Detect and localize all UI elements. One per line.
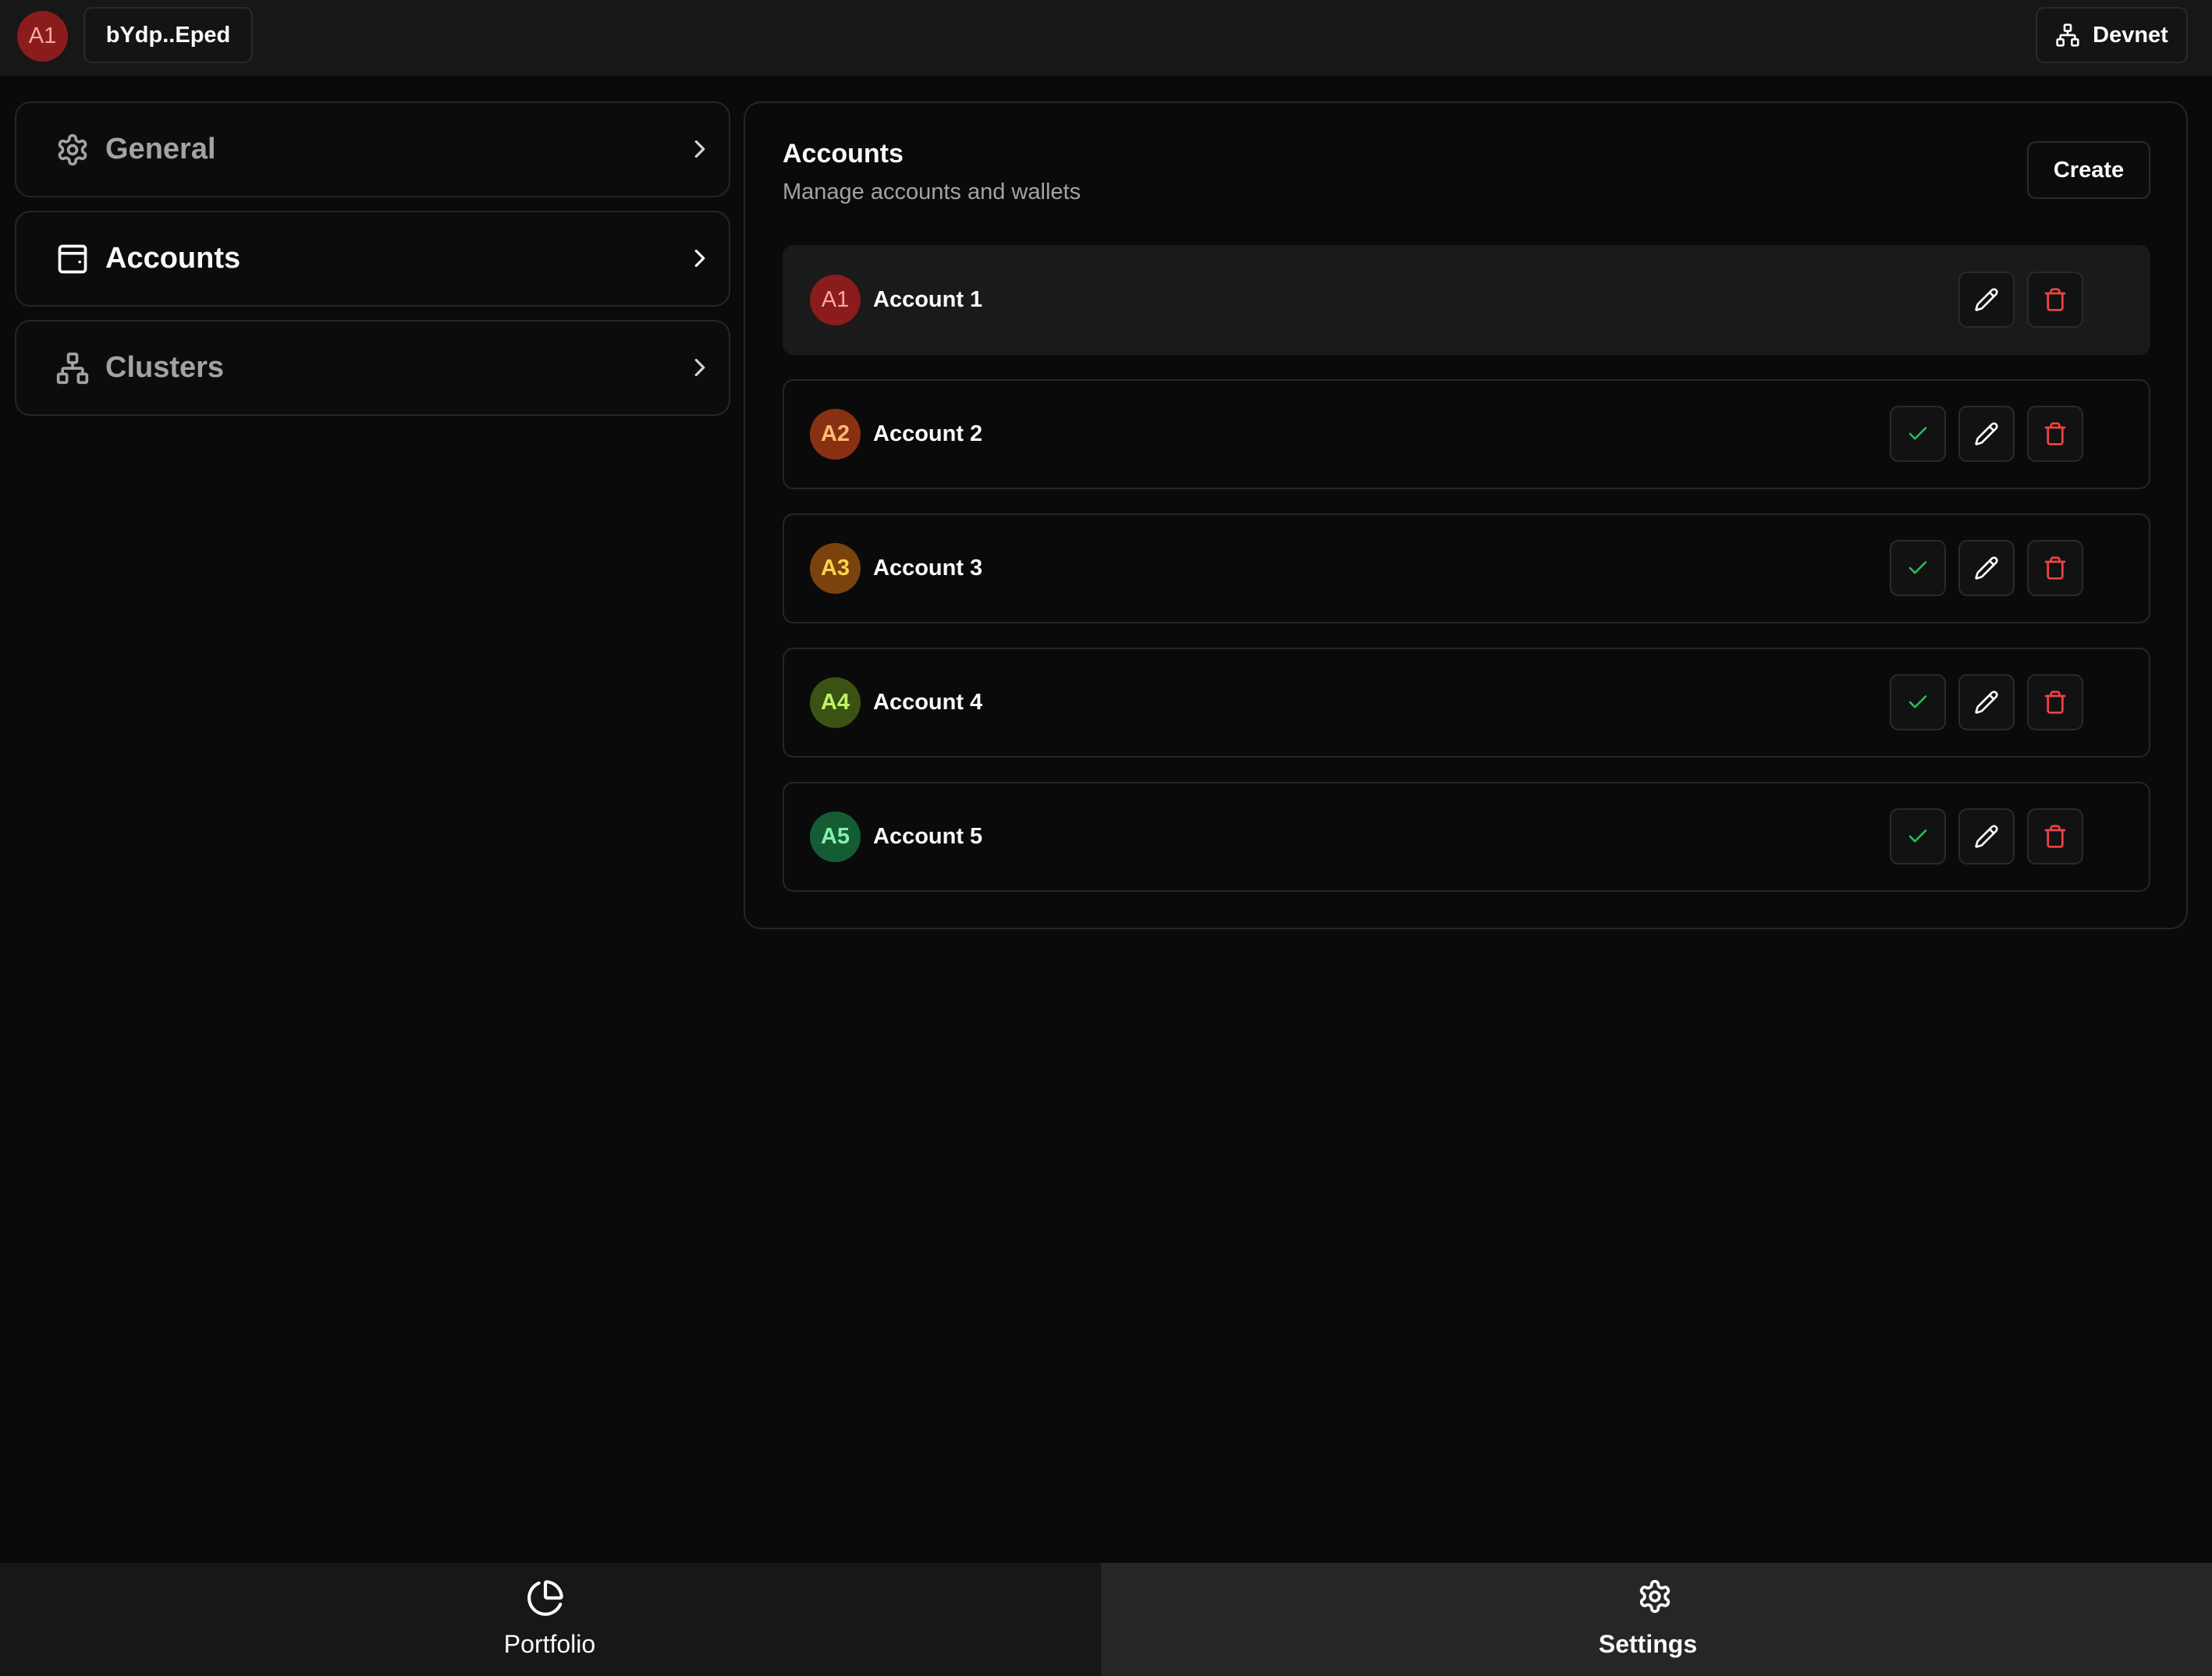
wallet-address-button[interactable]: bYdp..Eped [83,7,253,63]
chevron-right-icon [685,243,715,273]
sidebar-item-label: Clusters [105,351,225,384]
account-row[interactable]: A4 Account 4 [783,648,2150,758]
trash-icon [2043,690,2068,715]
avatar: A2 [810,409,861,460]
trash-icon [2043,287,2068,312]
select-account-button[interactable] [1890,674,1946,730]
edit-account-button[interactable] [1958,674,2015,730]
edit-account-button[interactable] [1958,406,2015,462]
pencil-icon [1974,421,1999,446]
delete-account-button[interactable] [2027,808,2083,865]
wallet-icon [55,242,90,276]
cluster-label: Devnet [2093,22,2168,48]
tab-settings[interactable]: Settings [1101,1563,2212,1676]
sidebar-item-label: General [105,133,216,165]
trash-icon [2043,824,2068,849]
select-account-button[interactable] [1890,808,1946,865]
edit-account-button[interactable] [1958,272,2015,328]
cluster-button[interactable]: Devnet [2036,7,2188,63]
check-icon [1906,556,1930,580]
accounts-card: Accounts Manage accounts and wallets Cre… [744,101,2188,929]
tab-label: Portfolio [503,1630,596,1658]
account-row[interactable]: A3 Account 3 [783,513,2150,623]
page-title: Accounts [783,139,904,169]
account-name: Account 2 [873,421,983,446]
avatar: A1 [810,275,861,325]
page-subtitle: Manage accounts and wallets [783,179,1081,204]
select-account-button[interactable] [1890,540,1946,596]
sidebar-item-clusters[interactable]: Clusters [15,320,730,416]
avatar: A3 [810,543,861,594]
network-icon [2055,23,2080,48]
gear-icon [55,133,90,167]
tab-label: Settings [1598,1630,1698,1658]
delete-account-button[interactable] [2027,674,2083,730]
account-name: Account 4 [873,690,983,715]
gear-icon [1637,1578,1673,1614]
avatar: A5 [810,811,861,862]
check-icon [1906,422,1930,446]
trash-icon [2043,421,2068,446]
create-account-button[interactable]: Create [2027,141,2150,199]
sidebar-item-accounts[interactable]: Accounts [15,211,730,307]
pie-chart-icon [526,1578,565,1617]
select-account-button[interactable] [1890,406,1946,462]
network-icon [55,351,90,385]
pencil-icon [1974,690,1999,715]
trash-icon [2043,556,2068,581]
check-icon [1906,825,1930,848]
chevron-right-icon [685,353,715,382]
tab-portfolio[interactable]: Portfolio [0,1563,1101,1676]
account-row[interactable]: A5 Account 5 [783,782,2150,892]
pencil-icon [1974,556,1999,581]
delete-account-button[interactable] [2027,406,2083,462]
bottom-nav: Portfolio Settings [0,1563,2212,1676]
edit-account-button[interactable] [1958,808,2015,865]
sidebar-item-general[interactable]: General [15,101,730,197]
top-bar: A1 bYdp..Eped Devnet [0,0,2212,76]
account-row[interactable]: A2 Account 2 [783,379,2150,489]
account-name: Account 1 [873,287,983,312]
avatar: A4 [810,677,861,728]
edit-account-button[interactable] [1958,540,2015,596]
account-row[interactable]: A1 Account 1 [783,245,2150,355]
chevron-right-icon [685,134,715,164]
pencil-icon [1974,824,1999,849]
account-name: Account 3 [873,556,983,581]
delete-account-button[interactable] [2027,540,2083,596]
pencil-icon [1974,287,1999,312]
check-icon [1906,691,1930,714]
delete-account-button[interactable] [2027,272,2083,328]
account-name: Account 5 [873,824,983,849]
current-account-avatar[interactable]: A1 [17,11,68,62]
sidebar-item-label: Accounts [105,242,241,275]
